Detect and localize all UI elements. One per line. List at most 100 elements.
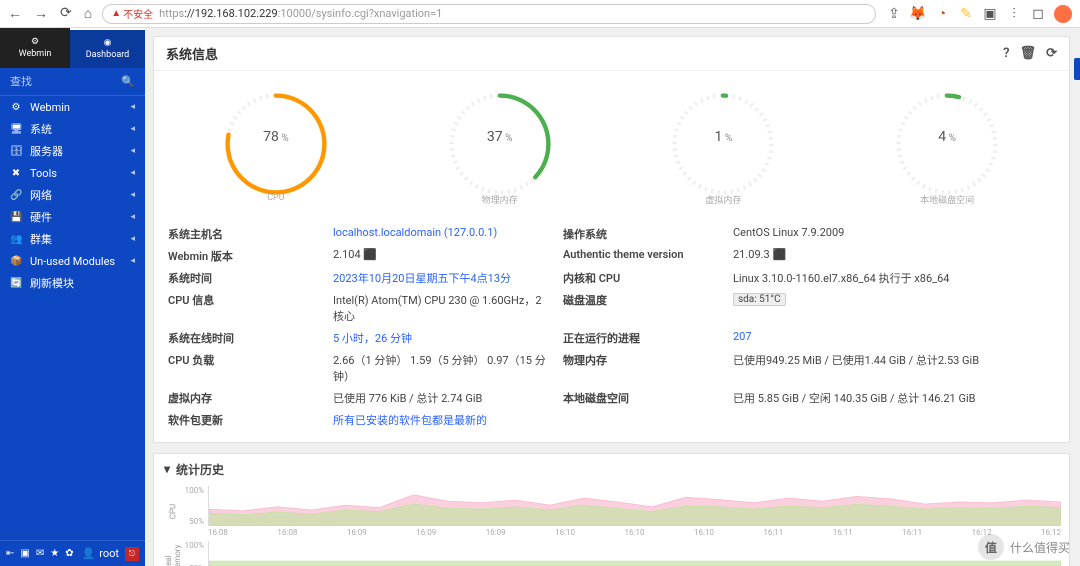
side-drawer-tab[interactable]: [1074, 58, 1080, 80]
menu-label: 网络: [30, 187, 122, 203]
extensions-icon[interactable]: ▣: [982, 6, 998, 22]
info-key: 软件包更新: [168, 412, 323, 428]
menu-label: 群集: [30, 231, 122, 247]
info-key: Webmin 版本: [168, 248, 323, 264]
help-icon[interactable]: ?: [1003, 46, 1009, 61]
mail-icon[interactable]: ✉: [36, 548, 44, 559]
info-key: 本地磁盘空间: [563, 390, 723, 406]
extension-icons: ⇪ 🦊 ◔ ✎ ▣ ⫶ ◻: [886, 5, 1072, 23]
forward-icon[interactable]: →: [34, 5, 48, 22]
chevron-right-icon: ◂: [130, 168, 135, 178]
menu-label: 系统: [30, 121, 122, 137]
address-bar[interactable]: ▲ 不安全 https://192.168.102.229:10000/sysi…: [102, 4, 876, 24]
url-host: ://192.168.102.229: [184, 7, 277, 20]
menu-label: 硬件: [30, 209, 122, 225]
info-key: 磁盘温度: [563, 292, 723, 324]
sidebar-item-0[interactable]: ⚙ Webmin ◂: [0, 96, 145, 118]
info-value: CentOS Linux 7.9.2009: [733, 226, 1055, 242]
gear-icon[interactable]: ✿: [65, 548, 73, 559]
sysinfo-panel: 系统信息 ? 🗑 ⟳ 78 % CPU 37 % 物理内存 1 % 虚拟内存: [153, 36, 1070, 443]
stats-toggle[interactable]: ▾ 统计历史: [154, 454, 1069, 484]
sidebar-item-3[interactable]: ✖ Tools ◂: [0, 162, 145, 184]
gauge-label: 物理内存: [482, 193, 518, 206]
dashboard-tab[interactable]: ◉ Dashboard: [70, 28, 145, 68]
info-key: 操作系统: [563, 226, 723, 242]
info-value: Linux 3.10.0-1160.el7.x86_64 执行于 x86_64: [733, 270, 1055, 286]
panel-title: 系统信息: [166, 44, 218, 63]
menu-label: Un-used Modules: [30, 255, 122, 268]
menu-icon: 📦: [10, 256, 22, 267]
xtick: 16:08: [208, 528, 228, 537]
profile-avatar[interactable]: [1054, 5, 1072, 23]
gauge-value: 4 %: [938, 129, 956, 145]
info-key: Authentic theme version: [563, 248, 723, 264]
ext2-icon[interactable]: ◔: [934, 6, 950, 22]
watermark: 值 什么值得买: [978, 534, 1070, 560]
gauge-label: 虚拟内存: [705, 193, 741, 206]
xtick: 16:09: [347, 528, 367, 537]
webmin-label: Webmin: [19, 49, 52, 59]
webmin-logo[interactable]: ⚙ Webmin: [0, 28, 70, 68]
search-icon[interactable]: 🔍: [121, 75, 135, 88]
sidebar-item-1[interactable]: 🖥 系统 ◂: [0, 118, 145, 140]
user-name: root: [99, 547, 119, 560]
overflow-icon[interactable]: ⫶: [1006, 6, 1022, 22]
refresh-icon[interactable]: ⟳: [1046, 46, 1057, 61]
info-value: 已使用949.25 MiB / 已使用1.44 GiB / 总计2.53 GiB: [733, 352, 1055, 384]
info-value: 已使用 776 KiB / 总计 2.74 GiB: [333, 390, 553, 406]
sidebar-item-5[interactable]: 💾 硬件 ◂: [0, 206, 145, 228]
info-key: 正在运行的进程: [563, 330, 723, 346]
chevron-right-icon: ◂: [130, 124, 135, 134]
search-input[interactable]: [10, 76, 90, 88]
chevron-right-icon: ◂: [130, 102, 135, 112]
sidebar-item-4[interactable]: 🔗 网络 ◂: [0, 184, 145, 206]
watermark-text: 什么值得买: [1010, 539, 1070, 556]
gauge-CPU[interactable]: 78 % CPU: [186, 89, 366, 206]
chevron-right-icon: ◂: [130, 234, 135, 244]
main-content: 系统信息 ? 🗑 ⟳ 78 % CPU 37 % 物理内存 1 % 虚拟内存: [145, 28, 1080, 566]
info-value[interactable]: 5 小时，26 分钟: [333, 330, 553, 346]
temp-badge: sda: 51°C: [733, 293, 786, 306]
ext1-icon[interactable]: 🦊: [910, 6, 926, 22]
back-icon[interactable]: ←: [8, 5, 22, 22]
chart-ylabel: CPU: [169, 501, 178, 523]
home-icon[interactable]: ⌂: [84, 5, 92, 22]
star-icon[interactable]: ★: [50, 548, 59, 559]
menu-label: 刷新模块: [30, 275, 135, 291]
sidebar-item-8[interactable]: 🔄 刷新模块: [0, 272, 145, 294]
chevron-right-icon: ◂: [130, 190, 135, 200]
info-key: 系统主机名: [168, 226, 323, 242]
sidebar-item-7[interactable]: 📦 Un-used Modules ◂: [0, 250, 145, 272]
gauge-虚拟内存[interactable]: 1 % 虚拟内存: [633, 89, 813, 206]
sidebar-item-6[interactable]: 👥 群集 ◂: [0, 228, 145, 250]
gauge-本地磁盘空间[interactable]: 4 % 本地磁盘空间: [857, 89, 1037, 206]
logout-button[interactable]: ⎋: [125, 547, 139, 561]
terminal-icon[interactable]: ▣: [20, 548, 29, 559]
chart-ylabel: Real Memory: [164, 552, 182, 566]
sidebar-item-2[interactable]: 🗄 服务器 ◂: [0, 140, 145, 162]
url-path: :10000/sysinfo.cgi?xnavigation=1: [278, 7, 443, 20]
share-icon[interactable]: ⇪: [886, 6, 902, 22]
menu-label: 服务器: [30, 143, 122, 159]
menu-icon: 🔗: [10, 190, 22, 201]
xtick: 16:11: [833, 528, 853, 537]
info-key: 虚拟内存: [168, 390, 323, 406]
reload-icon[interactable]: ⟳: [60, 5, 72, 22]
ext3-icon[interactable]: ✎: [958, 6, 974, 22]
ytick: 100%: [184, 541, 204, 550]
trash-icon[interactable]: 🗑: [1020, 46, 1037, 61]
info-value[interactable]: localhost.localdomain (127.0.0.1): [333, 226, 553, 242]
info-value[interactable]: 2023年10月20日星期五下午4点13分: [333, 270, 553, 286]
gauge-物理内存[interactable]: 37 % 物理内存: [410, 89, 590, 206]
info-value: Intel(R) Atom(TM) CPU 230 @ 1.60GHz，2 核心: [333, 292, 553, 324]
menu-icon: 🔄: [10, 278, 22, 289]
info-value[interactable]: 207: [733, 330, 1055, 346]
user-badge[interactable]: 👤 root: [82, 547, 119, 560]
window-icon[interactable]: ◻: [1030, 6, 1046, 22]
menu-icon: 👥: [10, 234, 22, 245]
info-value[interactable]: 所有已安装的软件包都是最新的: [333, 412, 553, 428]
user-icon: 👤: [82, 547, 96, 560]
gauge-value: 1 %: [715, 129, 733, 145]
sidebar-bottom-bar: ⇤ ▣ ✉ ★ ✿ 👤 root ⎋: [0, 540, 145, 566]
collapse-icon[interactable]: ⇤: [6, 548, 14, 559]
